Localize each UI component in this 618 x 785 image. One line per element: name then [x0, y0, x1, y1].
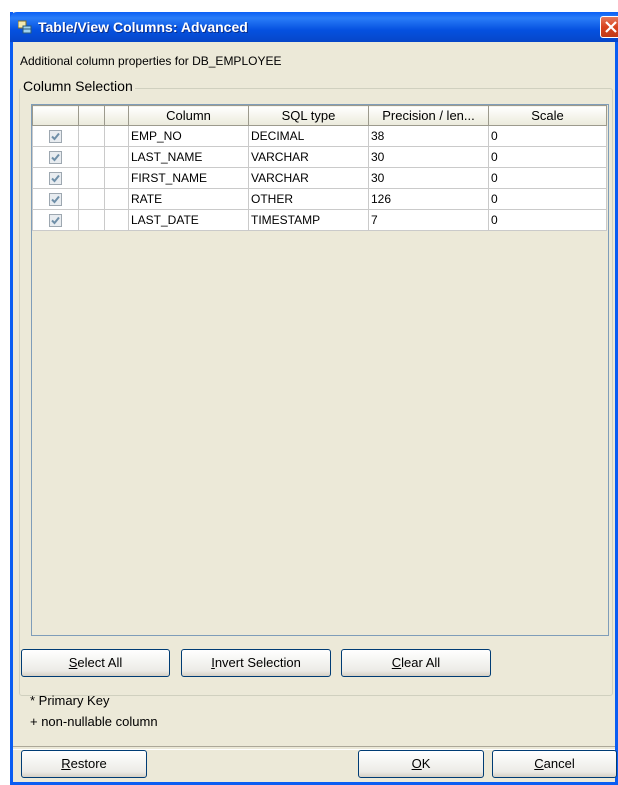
select-cell[interactable]: [32, 167, 79, 189]
table-header-row: Column SQL type Precision / len... Scale: [32, 105, 607, 126]
button-label: estore: [70, 756, 107, 771]
close-icon: [605, 21, 617, 33]
nullable-cell[interactable]: [104, 146, 129, 168]
nullable-cell[interactable]: [104, 167, 129, 189]
key-cell[interactable]: [78, 167, 105, 189]
scale-cell[interactable]: 0: [488, 125, 607, 147]
select-cell[interactable]: [32, 188, 79, 210]
checkmark-icon: [51, 196, 60, 204]
column-name-cell[interactable]: EMP_NO: [128, 125, 249, 147]
button-label: lear All: [401, 655, 441, 670]
select-all-button[interactable]: Select All: [21, 649, 170, 677]
column-name-cell[interactable]: FIRST_NAME: [128, 167, 249, 189]
table-row[interactable]: EMP_NO DECIMAL 38 0: [32, 125, 607, 147]
select-cell[interactable]: [32, 125, 79, 147]
row-checkbox[interactable]: [49, 172, 62, 186]
nullable-cell[interactable]: [104, 209, 129, 231]
mnemonic: R: [61, 756, 71, 771]
sql-type-cell[interactable]: VARCHAR: [248, 146, 369, 168]
precision-cell[interactable]: 7: [368, 209, 489, 231]
nullable-cell[interactable]: [104, 125, 129, 147]
row-checkbox[interactable]: [49, 151, 62, 165]
key-cell[interactable]: [78, 125, 105, 147]
close-button[interactable]: [600, 16, 618, 38]
row-checkbox[interactable]: [49, 130, 62, 144]
button-label: elect All: [77, 655, 123, 670]
non-nullable-legend: + non-nullable column: [30, 714, 158, 729]
scale-cell[interactable]: 0: [488, 167, 607, 189]
column-name-cell[interactable]: RATE: [128, 188, 249, 210]
scale-cell[interactable]: 0: [488, 146, 607, 168]
table-row[interactable]: FIRST_NAME VARCHAR 30 0: [32, 167, 607, 189]
column-header[interactable]: [78, 105, 105, 126]
title-bar[interactable]: Table/View Columns: Advanced: [10, 12, 618, 42]
select-cell[interactable]: [32, 209, 79, 231]
window-title: Table/View Columns: Advanced: [38, 19, 248, 35]
column-header-scale[interactable]: Scale: [488, 105, 607, 126]
checkmark-icon: [51, 217, 60, 225]
column-header-column[interactable]: Column: [128, 105, 249, 126]
checkmark-icon: [51, 175, 60, 183]
column-name-cell[interactable]: LAST_DATE: [128, 209, 249, 231]
restore-button[interactable]: Restore: [21, 750, 147, 778]
table-row[interactable]: RATE OTHER 126 0: [32, 188, 607, 210]
column-header-precision[interactable]: Precision / len...: [368, 105, 489, 126]
sql-type-cell[interactable]: OTHER: [248, 188, 369, 210]
key-cell[interactable]: [78, 209, 105, 231]
primary-key-legend: * Primary Key: [30, 693, 110, 708]
precision-cell[interactable]: 38: [368, 125, 489, 147]
mnemonic: C: [534, 756, 544, 771]
button-label: K: [421, 756, 431, 771]
checkmark-icon: [51, 154, 60, 162]
mnemonic: C: [391, 655, 402, 670]
scale-cell[interactable]: 0: [488, 188, 607, 210]
column-header[interactable]: [32, 105, 79, 126]
sql-type-cell[interactable]: VARCHAR: [248, 167, 369, 189]
table-row[interactable]: LAST_NAME VARCHAR 30 0: [32, 146, 607, 168]
columns-grid: Column SQL type Precision / len... Scale…: [32, 105, 607, 231]
scale-cell[interactable]: 0: [488, 209, 607, 231]
nullable-cell[interactable]: [104, 188, 129, 210]
columns-table[interactable]: Column SQL type Precision / len... Scale…: [31, 104, 609, 636]
key-cell[interactable]: [78, 146, 105, 168]
select-cell[interactable]: [32, 146, 79, 168]
precision-cell[interactable]: 30: [368, 146, 489, 168]
button-label: ancel: [543, 756, 575, 771]
sql-type-cell[interactable]: TIMESTAMP: [248, 209, 369, 231]
table-row[interactable]: LAST_DATE TIMESTAMP 7 0: [32, 209, 607, 231]
button-label: nvert Selection: [214, 655, 301, 670]
column-header[interactable]: [104, 105, 129, 126]
row-checkbox[interactable]: [49, 214, 62, 228]
checkmark-icon: [51, 133, 60, 141]
precision-cell[interactable]: 126: [368, 188, 489, 210]
column-header-sql-type[interactable]: SQL type: [248, 105, 369, 126]
row-checkbox[interactable]: [49, 193, 62, 207]
column-name-cell[interactable]: LAST_NAME: [128, 146, 249, 168]
invert-selection-button[interactable]: Invert Selection: [181, 649, 331, 677]
table-icon: [18, 20, 32, 34]
clear-all-button[interactable]: Clear All: [341, 649, 491, 677]
ok-button[interactable]: OK: [358, 750, 484, 778]
mnemonic: O: [411, 756, 422, 771]
key-cell[interactable]: [78, 188, 105, 210]
dialog-window: Table/View Columns: Advanced Additional …: [10, 12, 618, 785]
precision-cell[interactable]: 30: [368, 167, 489, 189]
sql-type-cell[interactable]: DECIMAL: [248, 125, 369, 147]
group-label: Column Selection: [21, 78, 135, 94]
cancel-button[interactable]: Cancel: [492, 750, 617, 778]
dialog-description: Additional column properties for DB_EMPL…: [20, 54, 282, 68]
